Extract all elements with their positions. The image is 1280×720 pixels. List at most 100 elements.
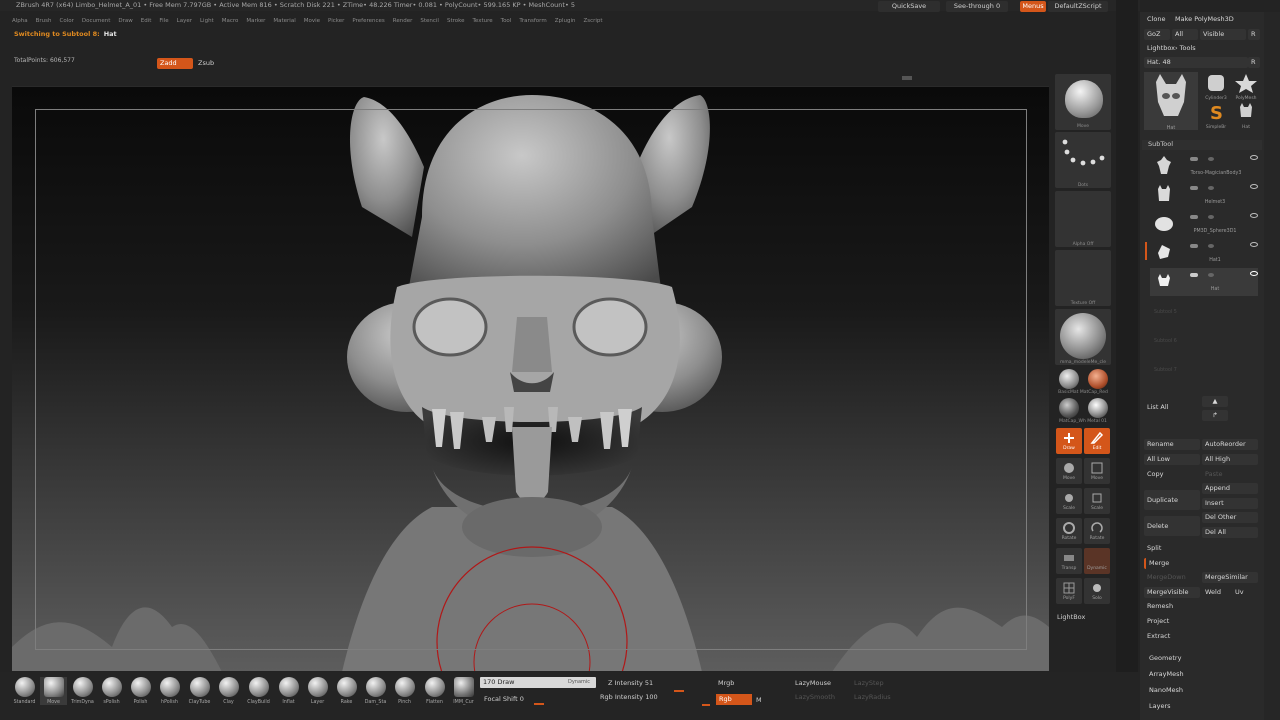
subtool-item[interactable]: PM3D_Sphere3D1 bbox=[1150, 210, 1258, 238]
lightbox-tools-button[interactable]: Lightbox› Tools bbox=[1144, 43, 1244, 54]
menu-item[interactable]: Color bbox=[60, 15, 74, 27]
menu-item[interactable]: Movie bbox=[304, 15, 320, 27]
menu-item[interactable]: Marker bbox=[246, 15, 265, 27]
dynamic-toggle[interactable]: Dynamic bbox=[568, 679, 590, 685]
subtool-visibility-controls[interactable] bbox=[1190, 242, 1258, 248]
extract-button[interactable]: Extract bbox=[1144, 631, 1224, 642]
tool-thumb-simplebrush[interactable]: S SimpleBr bbox=[1202, 101, 1230, 130]
canvas-viewport[interactable] bbox=[12, 86, 1049, 671]
menu-item[interactable]: Preferences bbox=[352, 15, 384, 27]
goz-r-button[interactable]: R bbox=[1248, 29, 1260, 40]
menu-item[interactable]: Material bbox=[273, 15, 295, 27]
subtool-item[interactable]: Hat1 bbox=[1145, 239, 1258, 267]
goz-visible-button[interactable]: Visible bbox=[1200, 29, 1246, 40]
menu-item[interactable]: Zscript bbox=[583, 15, 602, 27]
lightbox-button[interactable]: LightBox bbox=[1057, 613, 1119, 621]
merge-down-button[interactable]: MergeDown bbox=[1144, 572, 1200, 583]
lazystep-slider[interactable]: LazyStep bbox=[854, 679, 884, 687]
see-through-slider[interactable]: See-through 0 bbox=[946, 1, 1008, 12]
move-mode-button[interactable]: Move bbox=[1056, 458, 1082, 484]
subtool-item[interactable]: Torso-MagicianBody3 bbox=[1150, 152, 1258, 180]
brush-move[interactable]: Move bbox=[40, 677, 67, 705]
m-button[interactable]: M bbox=[756, 696, 762, 704]
alpha-tile[interactable] bbox=[1055, 191, 1111, 247]
zadd-button[interactable]: Zadd bbox=[157, 58, 193, 69]
brush-damstandard[interactable]: Dam_Sta bbox=[362, 677, 389, 705]
stroke-tile[interactable] bbox=[1055, 132, 1111, 188]
all-low-button[interactable]: All Low bbox=[1144, 454, 1200, 465]
goz-button[interactable]: GoZ bbox=[1144, 29, 1170, 40]
rotate-gizmo-button[interactable]: Rotate bbox=[1084, 518, 1110, 544]
menu-item[interactable]: Brush bbox=[36, 15, 52, 27]
brush-flatten[interactable]: Flatten bbox=[421, 677, 448, 705]
menu-item[interactable]: Edit bbox=[141, 15, 152, 27]
project-button[interactable]: Project bbox=[1144, 616, 1224, 627]
menu-item[interactable]: Render bbox=[393, 15, 413, 27]
quicksave-button[interactable]: QuickSave bbox=[878, 1, 940, 12]
scale-gizmo-button[interactable]: Scale bbox=[1084, 488, 1110, 514]
subtool-visibility-controls[interactable] bbox=[1190, 213, 1258, 219]
subtool-title[interactable]: SubTool bbox=[1142, 140, 1262, 150]
weld-button[interactable]: Weld bbox=[1202, 587, 1224, 598]
default-zscript-button[interactable]: DefaultZScript bbox=[1048, 1, 1108, 12]
matcap-red-swatch[interactable] bbox=[1088, 369, 1108, 389]
draw-size-slider[interactable]: 170 Draw Dynamic bbox=[480, 677, 596, 688]
menu-item[interactable]: Texture bbox=[473, 15, 493, 27]
material-tile[interactable] bbox=[1055, 309, 1111, 365]
brush-polish[interactable]: Polish bbox=[127, 677, 154, 705]
arrow-down-button[interactable]: ↱ bbox=[1202, 410, 1228, 421]
brush-tile[interactable] bbox=[1055, 74, 1111, 130]
tool-r-button[interactable]: R bbox=[1248, 57, 1260, 68]
lazysmooth-slider[interactable]: LazySmooth bbox=[795, 693, 835, 701]
duplicate-button[interactable]: Duplicate bbox=[1144, 490, 1200, 510]
insert-button[interactable]: Insert bbox=[1202, 498, 1258, 509]
lazyradius-slider[interactable]: LazyRadius bbox=[854, 693, 891, 701]
brush-spolish[interactable]: sPolish bbox=[98, 677, 125, 705]
brush-inflat[interactable]: Inflat bbox=[275, 677, 302, 705]
del-all-button[interactable]: Del All bbox=[1202, 527, 1258, 538]
menu-item[interactable]: Macro bbox=[222, 15, 239, 27]
geometry-section[interactable]: Geometry bbox=[1146, 653, 1256, 664]
zsub-button[interactable]: Zsub bbox=[195, 58, 231, 69]
basic-material-swatch[interactable] bbox=[1059, 369, 1079, 389]
brush-rake[interactable]: Rake bbox=[333, 677, 360, 705]
goz-all-button[interactable]: All bbox=[1172, 29, 1198, 40]
clone-button[interactable]: Clone bbox=[1144, 14, 1170, 25]
brush-standard[interactable]: Standard bbox=[11, 677, 38, 705]
merge-button[interactable]: Merge bbox=[1144, 558, 1200, 569]
lazymouse-button[interactable]: LazyMouse bbox=[795, 679, 831, 687]
subtool-visibility-controls[interactable] bbox=[1190, 271, 1258, 277]
menu-item[interactable]: Stroke bbox=[447, 15, 465, 27]
menu-item[interactable]: Stencil bbox=[420, 15, 439, 27]
focal-shift-slider[interactable]: Focal Shift 0 bbox=[484, 690, 594, 705]
texture-tile[interactable] bbox=[1055, 250, 1111, 306]
autoreorder-button[interactable]: AutoReorder bbox=[1202, 439, 1258, 450]
delete-button[interactable]: Delete bbox=[1144, 516, 1200, 536]
menu-item[interactable]: Draw bbox=[118, 15, 132, 27]
menu-item[interactable]: Layer bbox=[177, 15, 192, 27]
copy-button[interactable]: Copy bbox=[1144, 469, 1200, 480]
arraymesh-section[interactable]: ArrayMesh bbox=[1146, 669, 1256, 680]
menu-item[interactable]: Document bbox=[82, 15, 111, 27]
paste-button[interactable]: Paste bbox=[1202, 469, 1258, 480]
menu-item[interactable]: Tool bbox=[501, 15, 512, 27]
rename-button[interactable]: Rename bbox=[1144, 439, 1200, 450]
brush-layer[interactable]: Layer bbox=[304, 677, 331, 705]
nanomesh-section[interactable]: NanoMesh bbox=[1146, 685, 1256, 696]
brush-imm-curve[interactable]: IMM_Cur bbox=[450, 677, 477, 705]
split-button[interactable]: Split bbox=[1144, 543, 1200, 554]
merge-visible-button[interactable]: MergeVisible bbox=[1144, 587, 1200, 598]
menu-item[interactable]: File bbox=[159, 15, 168, 27]
subtool-visibility-controls[interactable] bbox=[1190, 155, 1258, 161]
subtool-item[interactable]: Helmet3 bbox=[1150, 181, 1258, 209]
transp-button[interactable]: Transp bbox=[1056, 548, 1082, 574]
layers-section[interactable]: Layers bbox=[1146, 701, 1256, 712]
tool-thumb-polymesh[interactable]: PolyMesh bbox=[1232, 72, 1260, 101]
brush-clay[interactable]: Clay bbox=[215, 677, 242, 705]
brush-trimdyna[interactable]: TrimDyna bbox=[69, 677, 96, 705]
make-polymesh-button[interactable]: Make PolyMesh3D bbox=[1172, 14, 1262, 25]
brush-hpolish[interactable]: hPolish bbox=[156, 677, 183, 705]
draw-mode-button[interactable]: Draw bbox=[1056, 428, 1082, 454]
rgb-button[interactable]: Rgb bbox=[716, 694, 752, 705]
remesh-button[interactable]: Remesh bbox=[1144, 601, 1224, 612]
